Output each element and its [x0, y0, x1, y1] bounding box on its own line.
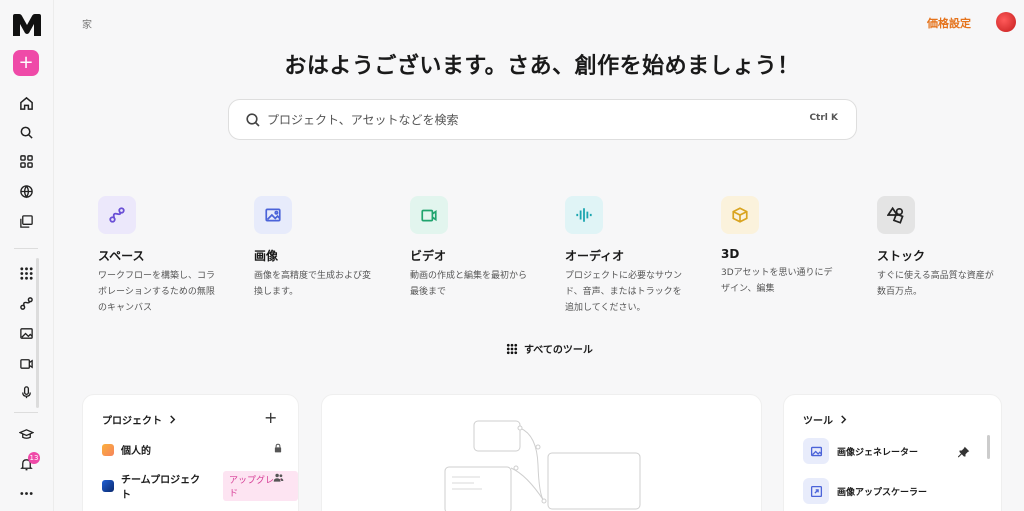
image-icon[interactable]	[17, 324, 35, 342]
project-label: チームプロジェクト	[120, 475, 201, 501]
audio-waveform-icon	[565, 196, 603, 234]
spaces-icon[interactable]	[17, 294, 35, 312]
tools-scrollbar[interactable]	[987, 435, 990, 459]
tool-spaces[interactable]: スペース ワークフローを構築し、コラボレーションするための無限のキャンバス	[98, 196, 238, 316]
grid-dots-icon	[506, 343, 518, 354]
tool-image[interactable]: 画像 画像を高精度で生成および変換します。	[254, 196, 394, 300]
tools-header[interactable]: ツール	[803, 412, 848, 427]
avatar[interactable]	[996, 12, 1016, 32]
page-title: おはようございます。さあ、創作を始めましょう！	[284, 54, 800, 79]
tool-description: プロジェクトに必要なサウンド、音声、またはトラックを追加してください。	[565, 271, 683, 313]
tool-audio[interactable]: オーディオ プロジェクトに必要なサウンド、音声、またはトラックを追加してください…	[565, 196, 705, 316]
globe-icon[interactable]	[17, 182, 35, 200]
breadcrumb[interactable]: 家	[82, 16, 92, 31]
home-icon[interactable]	[17, 94, 35, 112]
tool-item-label: 画像ジェネレーター	[837, 447, 919, 458]
all-tools-button[interactable]: すべてのツール	[506, 341, 593, 356]
tool-description: 画像を高精度で生成および変換します。	[254, 271, 372, 297]
chevron-right-icon	[170, 415, 176, 424]
tool-item-image-generator[interactable]: 画像ジェネレーター	[803, 438, 918, 464]
all-tools-icon[interactable]	[17, 264, 35, 282]
video-icon	[410, 196, 448, 234]
all-tools-label: すべてのツール	[524, 345, 593, 356]
project-color-swatch	[102, 480, 114, 492]
tool-title: 画像	[254, 249, 279, 263]
search-bar[interactable]: Ctrl K	[228, 99, 857, 140]
tool-title: スペース	[98, 249, 145, 263]
upgrade-badge[interactable]: アップグレード	[223, 471, 298, 501]
projects-header[interactable]: プロジェクト	[102, 412, 177, 427]
keyboard-shortcut: Ctrl K	[809, 113, 838, 123]
search-icon[interactable]	[17, 123, 35, 141]
image-icon	[254, 196, 292, 234]
tool-title: ビデオ	[410, 249, 447, 263]
microphone-icon[interactable]	[17, 383, 35, 401]
sidebar-scrollbar[interactable]	[36, 258, 39, 408]
search-input[interactable]	[267, 109, 767, 131]
tool-3d[interactable]: 3D 3Dアセットを思い通りにデザイン、編集	[721, 196, 861, 297]
tool-description: ワークフローを構築し、コラボレーションするための無限のキャンバス	[98, 271, 216, 313]
chevron-right-icon	[841, 415, 847, 424]
notification-badge: 13	[28, 452, 40, 464]
pin-icon[interactable]	[958, 446, 970, 458]
projects-card: プロジェクト + 個人的 チームプロジェクト アップグレード	[82, 394, 299, 511]
lock-icon	[274, 443, 282, 453]
learn-icon[interactable]	[17, 425, 35, 443]
project-team[interactable]: チームプロジェクト アップグレード	[102, 471, 298, 501]
tools-card: ツール 画像ジェネレーター 画像アップスケーラー	[783, 394, 1002, 511]
tool-item-image-upscaler[interactable]: 画像アップスケーラー	[803, 478, 927, 504]
getting-started-card[interactable]	[321, 394, 762, 511]
tool-description: すぐに使える高品質な資産が数百万点。	[877, 271, 994, 297]
add-project-button[interactable]: +	[264, 410, 277, 426]
more-icon[interactable]	[17, 484, 35, 502]
workflow-illustration	[444, 420, 641, 511]
tools-title: ツール	[803, 416, 833, 427]
sidebar-divider	[14, 248, 38, 249]
pricing-link[interactable]: 価格設定	[927, 15, 971, 31]
tool-title: オーディオ	[565, 249, 625, 263]
cube-icon	[721, 196, 759, 234]
search-icon	[246, 113, 260, 127]
video-icon[interactable]	[17, 354, 35, 372]
users-icon	[273, 473, 284, 482]
tool-stock[interactable]: ストック すぐに使える高品質な資産が数百万点。	[877, 196, 1017, 300]
project-personal[interactable]: 個人的	[102, 442, 151, 457]
project-label: 個人的	[121, 446, 151, 457]
tool-description: 動画の作成と編集を最初から最後まで	[410, 271, 528, 297]
shapes-icon	[877, 196, 915, 234]
upscale-icon	[803, 478, 829, 504]
project-color-swatch	[102, 443, 114, 456]
tool-item-label: 画像アップスケーラー	[837, 487, 928, 498]
tool-title: ストック	[877, 249, 926, 263]
image-icon	[803, 438, 829, 464]
tool-description: 3Dアセットを思い通りにデザイン、編集	[721, 268, 833, 294]
library-icon[interactable]	[17, 212, 35, 230]
tool-title: 3D	[721, 247, 740, 261]
spaces-icon	[98, 196, 136, 234]
sidebar-divider	[14, 412, 38, 413]
apps-grid-icon[interactable]	[17, 152, 35, 170]
projects-title: プロジェクト	[102, 416, 162, 427]
tool-video[interactable]: ビデオ 動画の作成と編集を最初から最後まで	[410, 196, 550, 300]
app-logo[interactable]	[13, 14, 41, 36]
